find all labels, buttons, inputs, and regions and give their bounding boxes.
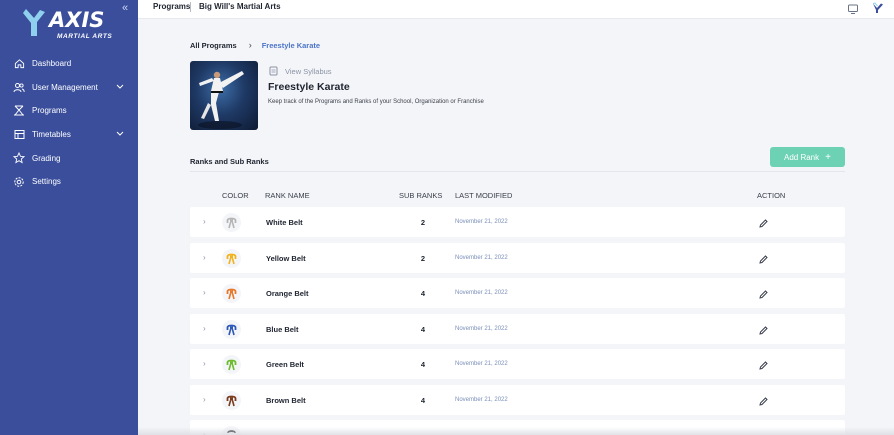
sidebar-nav: Dashboard User Management Programs Timet…: [0, 52, 138, 194]
edit-icon[interactable]: [758, 358, 769, 376]
edit-icon[interactable]: [758, 216, 769, 234]
logo-text: AXIS: [49, 8, 105, 32]
topbar-divider: [190, 2, 191, 12]
ranks-section-title: Ranks and Sub Ranks: [190, 157, 269, 166]
rank-name: Blue Belt: [266, 324, 299, 334]
avatar[interactable]: [872, 1, 884, 19]
programs-icon: [13, 105, 25, 117]
view-syllabus-label: View Syllabus: [285, 66, 332, 76]
table-row[interactable]: › Green Belt 4 November 21, 2022: [190, 349, 845, 379]
rank-name: Yellow Belt: [266, 253, 306, 263]
column-header-sub-ranks: SUB RANKS: [399, 191, 443, 200]
column-header-rank-name: RANK NAME: [265, 191, 310, 200]
sidebar-item-grading[interactable]: Grading: [0, 146, 138, 170]
last-modified: November 21, 2022: [455, 325, 508, 332]
sidebar-item-user-management[interactable]: User Management: [0, 76, 138, 100]
rank-name: White Belt: [266, 218, 303, 227]
breadcrumb-all-programs[interactable]: All Programs: [190, 41, 237, 50]
sidebar: AXIS MARTIAL ARTS « Dashboard User Manag…: [0, 0, 138, 435]
sidebar-item-label: Timetables: [32, 130, 71, 140]
plus-icon: +: [825, 151, 831, 163]
last-modified: November 21, 2022: [455, 254, 508, 261]
expand-chevron-icon[interactable]: ›: [203, 288, 206, 297]
add-rank-label: Add Rank: [784, 152, 820, 162]
breadcrumb: All Programs › Freestyle Karate: [190, 40, 320, 50]
logo-mark-icon: [23, 9, 45, 36]
users-icon: [13, 81, 25, 93]
last-modified: November 21, 2022: [455, 361, 508, 367]
belt-icon: [222, 355, 241, 374]
table-icon: [13, 129, 25, 141]
belt-icon: [222, 213, 241, 232]
column-header-color: COLOR: [222, 191, 249, 200]
expand-chevron-icon[interactable]: ›: [203, 217, 206, 226]
belt-icon: [222, 284, 241, 303]
last-modified: November 21, 2022: [455, 290, 508, 296]
edit-icon[interactable]: [758, 394, 769, 412]
topbar-section: Programs: [153, 2, 191, 11]
rank-name: Orange Belt: [266, 289, 309, 298]
rank-name: Brown Belt: [266, 395, 306, 405]
home-icon: [13, 58, 25, 70]
edit-icon[interactable]: [758, 287, 769, 305]
document-icon: [269, 66, 278, 76]
sidebar-item-label: Settings: [32, 177, 61, 187]
sub-ranks-count: 2: [420, 253, 426, 263]
expand-chevron-icon[interactable]: ›: [203, 395, 206, 404]
last-modified: November 21, 2022: [455, 396, 508, 403]
sidebar-item-dashboard[interactable]: Dashboard: [0, 52, 138, 76]
expand-chevron-icon[interactable]: ›: [203, 324, 206, 333]
gear-icon: [13, 176, 25, 188]
section-divider: [190, 171, 845, 172]
sub-ranks-count: 2: [420, 218, 426, 227]
table-row[interactable]: › Blue Belt 4 November 21, 2022: [190, 313, 845, 344]
column-header-last-modified: LAST MODIFIED: [455, 191, 513, 200]
expand-chevron-icon[interactable]: ›: [203, 253, 206, 262]
topbar-school-name: Big Will's Martial Arts: [199, 2, 281, 11]
sidebar-item-label: User Management: [32, 82, 98, 92]
sub-ranks-count: 4: [420, 324, 426, 334]
logo-subtitle: MARTIAL ARTS: [57, 33, 113, 40]
belt-icon: [222, 248, 241, 268]
program-description: Keep track of the Programs and Ranks of …: [268, 99, 484, 105]
expand-chevron-icon[interactable]: ›: [203, 359, 206, 368]
sidebar-item-label: Grading: [32, 153, 61, 163]
logo[interactable]: AXIS MARTIAL ARTS: [22, 6, 118, 42]
belt-icon: [222, 390, 241, 410]
program-image: [190, 61, 258, 130]
collapse-sidebar-icon[interactable]: «: [122, 2, 128, 14]
table-row[interactable]: › Orange Belt 4 November 21, 2022: [190, 278, 845, 308]
sidebar-item-timetables[interactable]: Timetables: [0, 123, 138, 147]
table-row[interactable]: › Brown Belt 4 November 21, 2022: [190, 384, 845, 415]
view-syllabus-link[interactable]: View Syllabus: [269, 66, 332, 76]
main-content: All Programs › Freestyle Karate View Syl…: [138, 19, 894, 435]
sidebar-item-programs[interactable]: Programs: [0, 99, 138, 123]
sidebar-item-label: Dashboard: [32, 59, 72, 69]
program-title: Freestyle Karate: [268, 81, 350, 93]
chevron-down-icon: [116, 130, 124, 139]
table-row[interactable]: › White Belt 2 November 21, 2022: [190, 207, 845, 237]
monitor-icon[interactable]: [847, 2, 859, 20]
edit-icon[interactable]: [758, 252, 769, 270]
edit-icon[interactable]: [758, 323, 769, 341]
chevron-down-icon: [116, 83, 124, 92]
chevron-right-icon: ›: [248, 40, 252, 50]
last-modified: November 21, 2022: [455, 219, 508, 225]
sub-ranks-count: 4: [420, 289, 426, 298]
sidebar-item-label: Programs: [32, 106, 67, 116]
star-icon: [13, 152, 25, 164]
table-row[interactable]: › Yellow Belt 2 November 21, 2022: [190, 242, 845, 273]
column-header-action: ACTION: [757, 191, 786, 200]
scroll-fade: [138, 427, 894, 435]
sub-ranks-count: 4: [420, 395, 426, 405]
belt-icon: [222, 319, 241, 339]
sub-ranks-count: 4: [420, 360, 426, 369]
breadcrumb-current: Freestyle Karate: [261, 40, 321, 50]
add-rank-button[interactable]: Add Rank +: [770, 147, 845, 167]
sidebar-item-settings[interactable]: Settings: [0, 170, 138, 194]
top-bar: Programs Big Will's Martial Arts: [138, 0, 894, 19]
rank-name: Green Belt: [266, 360, 304, 369]
